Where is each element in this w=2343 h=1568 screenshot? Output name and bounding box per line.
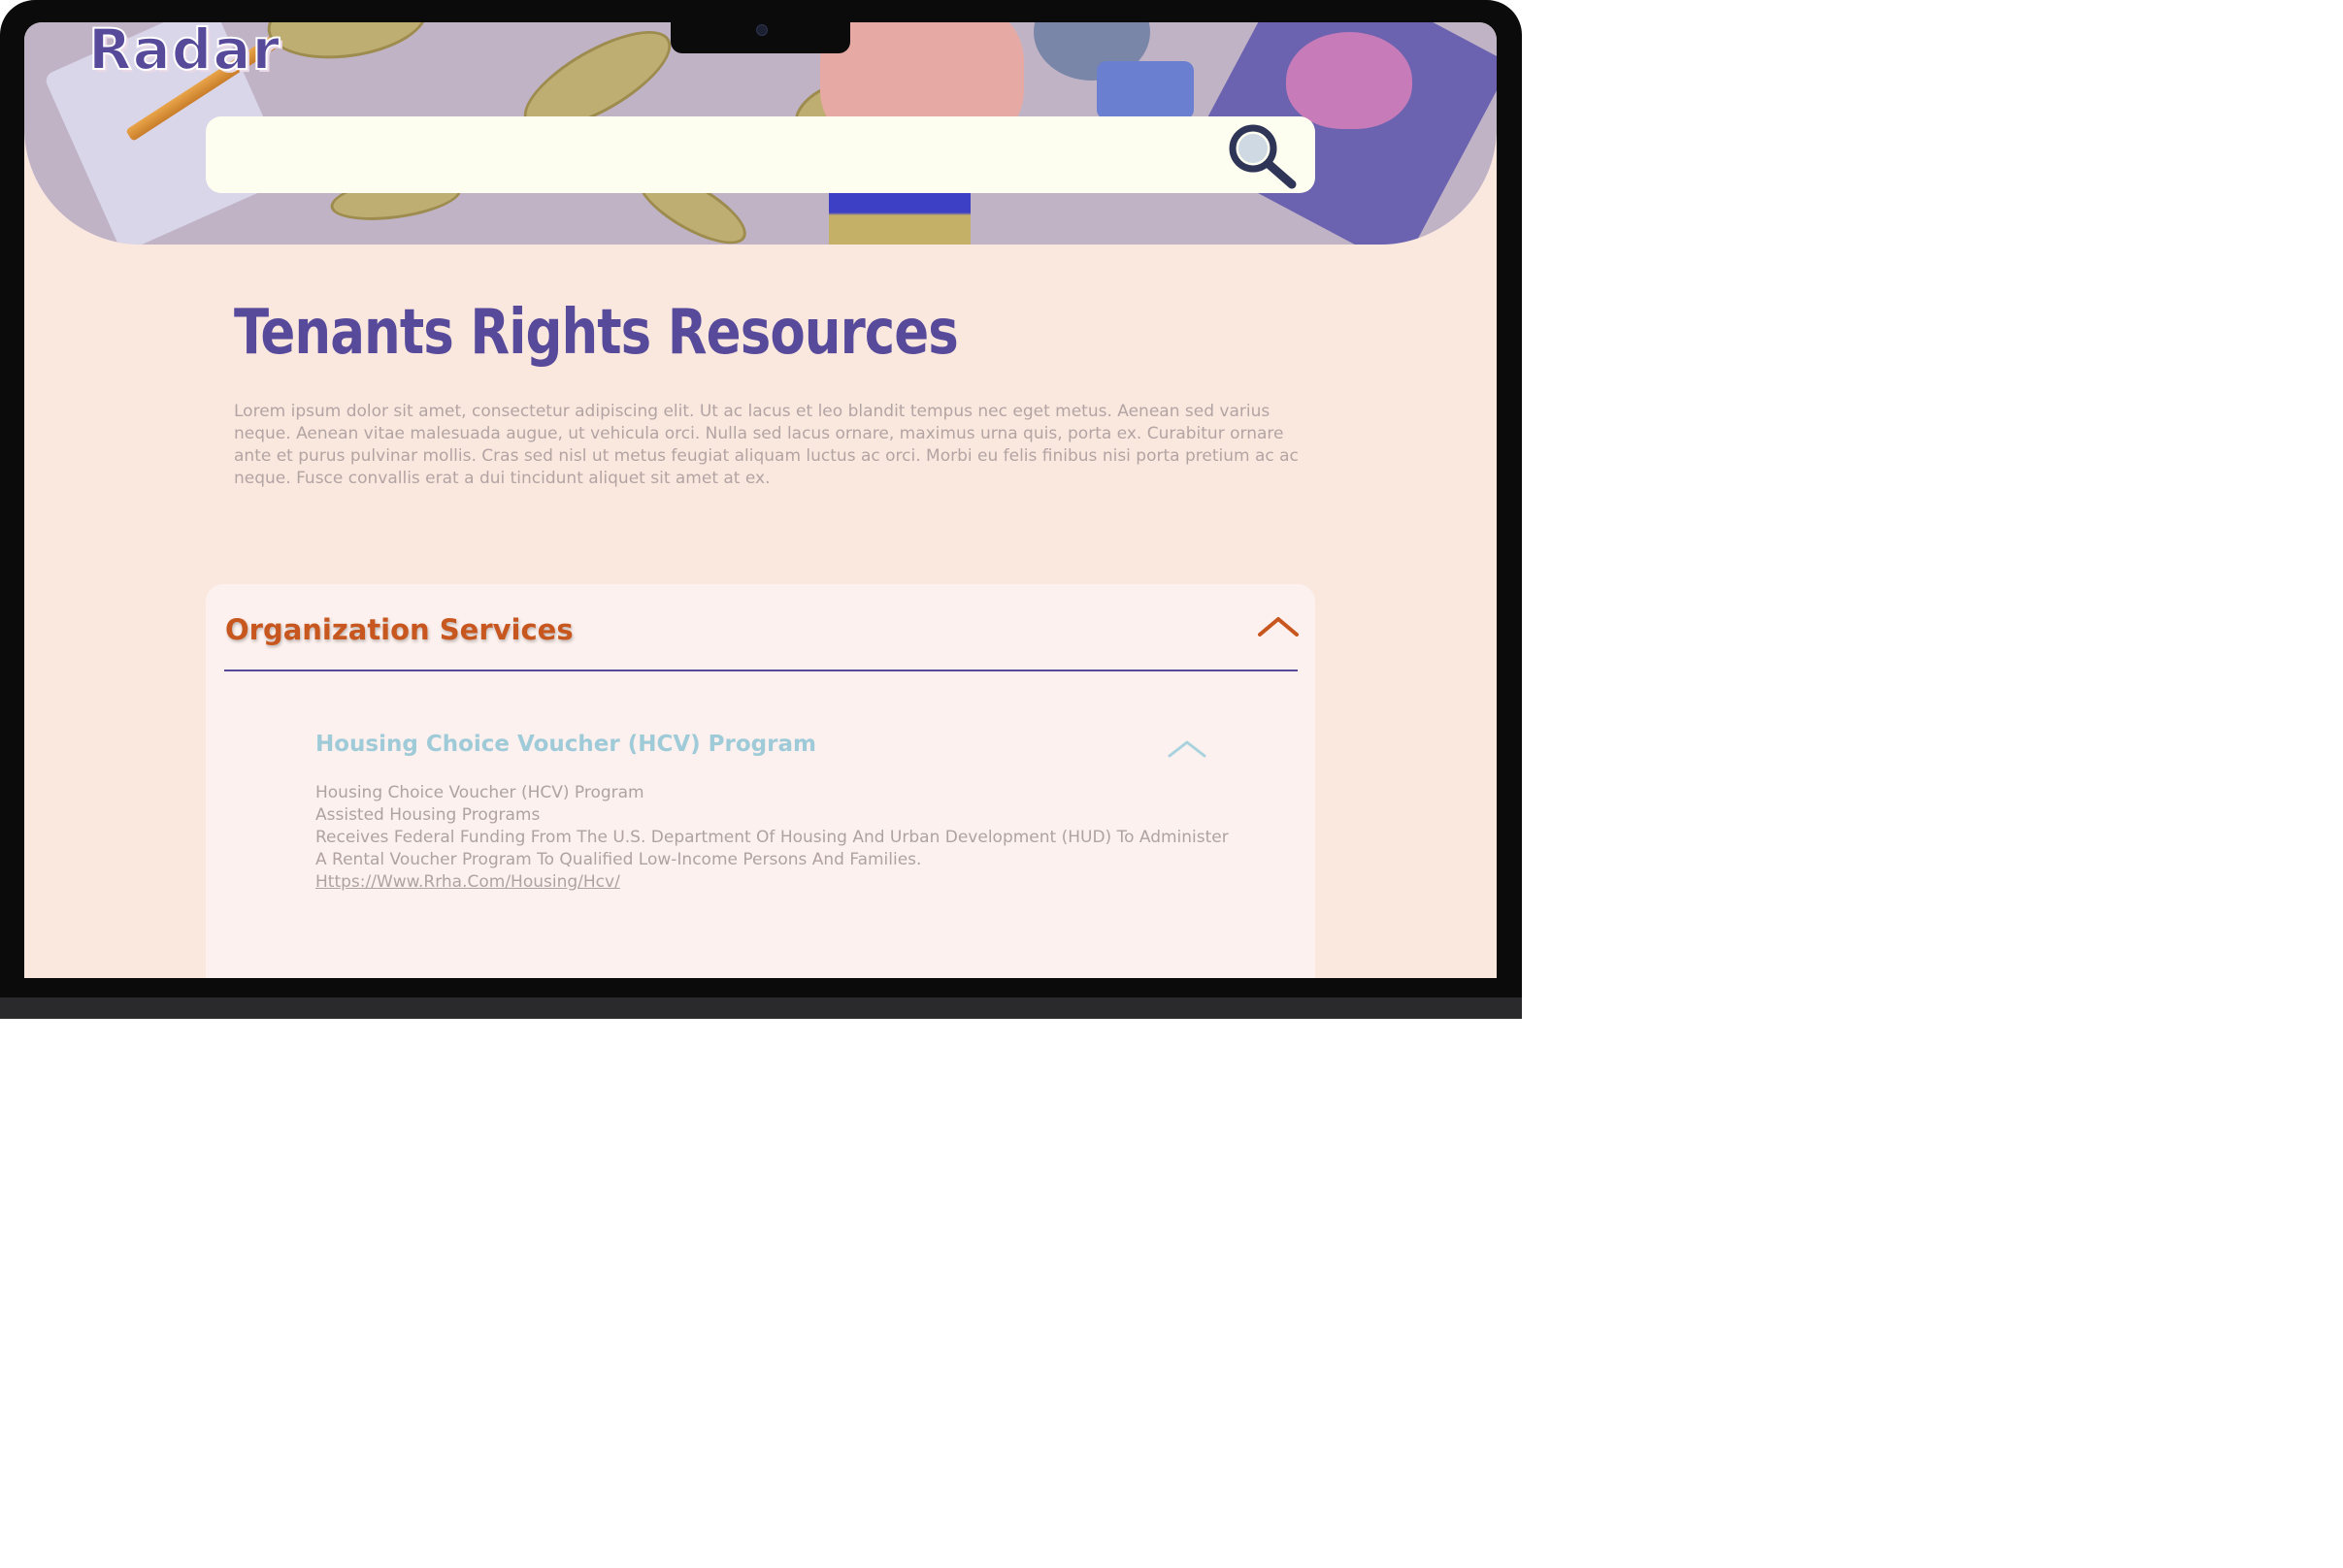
browser-viewport: Radar Tenants Rights Resources Lorem ips… <box>24 22 1497 978</box>
chevron-up-icon[interactable] <box>1256 613 1301 638</box>
laptop-base <box>0 997 1522 1019</box>
hcv-program-link[interactable]: Https://Www.Rrha.Com/Housing/Hcv/ <box>315 872 620 892</box>
heart-illustration <box>1286 32 1412 129</box>
coin-illustration <box>262 22 433 69</box>
detail-line: Housing Choice Voucher (HCV) Program <box>315 783 644 802</box>
chevron-up-icon[interactable] <box>1166 736 1208 760</box>
search-input[interactable] <box>225 130 1200 180</box>
page-title: Tenants Rights Resources <box>234 297 959 369</box>
camera-icon <box>756 24 768 36</box>
section-title[interactable]: Organization Services <box>225 613 574 646</box>
camera-notch <box>671 22 850 53</box>
organization-services-panel: Organization Services Housing Choice Vou… <box>206 584 1315 978</box>
detail-line: A Rental Voucher Program To Qualified Lo… <box>315 850 922 869</box>
radar-logo[interactable]: Radar <box>87 22 280 83</box>
detail-line: Assisted Housing Programs <box>315 805 541 825</box>
intro-paragraph: Lorem ipsum dolor sit amet, consectetur … <box>234 402 1299 488</box>
lock-body-illustration <box>1097 61 1194 119</box>
sleeve-illustration <box>829 192 971 245</box>
search-bar <box>206 116 1315 193</box>
section-divider <box>224 670 1298 671</box>
hcv-program-details: Housing Choice Voucher (HCV) Program Ass… <box>315 782 1247 894</box>
search-icon[interactable] <box>1224 120 1300 190</box>
detail-line: Receives Federal Funding From The U.S. D… <box>315 828 1229 847</box>
hcv-program-toggle[interactable]: Housing Choice Voucher (HCV) Program <box>315 732 816 757</box>
